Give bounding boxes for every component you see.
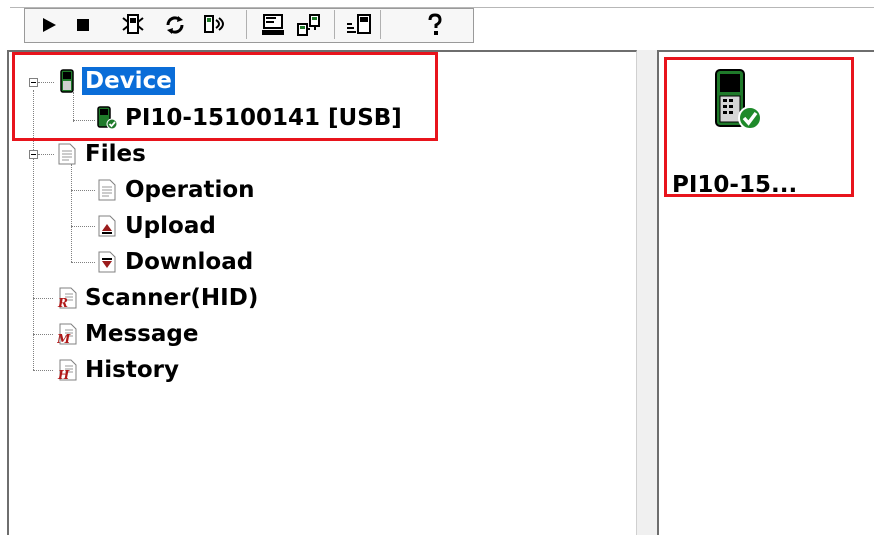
tree-connector bbox=[33, 298, 53, 299]
toolbar bbox=[0, 0, 874, 43]
tree-connector bbox=[33, 334, 53, 335]
toolbar-separator bbox=[334, 10, 335, 39]
toolbar-separator bbox=[380, 10, 381, 39]
monitor-button[interactable] bbox=[342, 8, 375, 41]
tree-connector bbox=[71, 226, 95, 227]
tree-connector bbox=[33, 370, 53, 371]
tree-label: Operation bbox=[125, 177, 255, 203]
tree-label: Scanner(HID) bbox=[85, 285, 259, 311]
tree-connector bbox=[71, 262, 95, 263]
download-file-icon bbox=[96, 250, 118, 274]
history-file-icon: H bbox=[56, 358, 78, 382]
start-button[interactable] bbox=[32, 8, 65, 41]
tree-node-upload[interactable]: Upload bbox=[96, 211, 219, 241]
toolbar-separator bbox=[246, 10, 247, 39]
highlight-box-device bbox=[12, 52, 438, 141]
tree-node-download[interactable]: Download bbox=[96, 247, 256, 277]
scanner-file-icon: R bbox=[56, 286, 78, 310]
tree-label: Upload bbox=[125, 213, 216, 239]
stop-icon bbox=[76, 18, 89, 31]
connect-icon bbox=[203, 14, 224, 33]
tree-node-scanner[interactable]: R Scanner(HID) bbox=[56, 283, 261, 313]
message-file-icon: M bbox=[56, 322, 78, 346]
play-icon bbox=[42, 17, 56, 32]
tree-node-message[interactable]: M Message bbox=[56, 319, 201, 349]
config-button[interactable] bbox=[116, 8, 149, 41]
tree-connector bbox=[38, 154, 54, 155]
tree-label: Files bbox=[85, 141, 146, 167]
refresh-icon bbox=[165, 15, 184, 34]
svg-text:M: M bbox=[57, 332, 71, 345]
file-icon bbox=[96, 178, 118, 202]
connect-button[interactable] bbox=[198, 8, 231, 41]
svg-text:H: H bbox=[57, 368, 70, 381]
upload-file-icon bbox=[96, 214, 118, 238]
network-icon bbox=[296, 13, 320, 36]
stop-button[interactable] bbox=[66, 8, 99, 41]
tree-label: Download bbox=[125, 249, 254, 275]
tree-connector bbox=[71, 190, 95, 191]
terminal-button[interactable] bbox=[256, 8, 289, 41]
terminal-icon bbox=[261, 13, 284, 35]
tree-node-operation[interactable]: Operation bbox=[96, 175, 258, 205]
refresh-button[interactable] bbox=[158, 8, 191, 41]
svg-text:R: R bbox=[57, 296, 68, 309]
highlight-box-list-item bbox=[664, 57, 854, 197]
tree-node-history[interactable]: H History bbox=[56, 355, 182, 385]
tree-label: History bbox=[85, 357, 179, 383]
tree-node-files[interactable]: Files bbox=[56, 139, 149, 169]
pane-splitter[interactable] bbox=[637, 50, 658, 535]
network-button[interactable] bbox=[292, 8, 325, 41]
files-collapse-toggle[interactable] bbox=[29, 150, 38, 159]
help-button[interactable] bbox=[418, 8, 451, 41]
monitor-icon bbox=[346, 13, 371, 34]
device-config-icon bbox=[121, 13, 144, 34]
help-icon bbox=[428, 12, 442, 35]
file-icon bbox=[56, 142, 78, 166]
tree-connector bbox=[71, 164, 72, 262]
tree-label: Message bbox=[85, 321, 199, 347]
